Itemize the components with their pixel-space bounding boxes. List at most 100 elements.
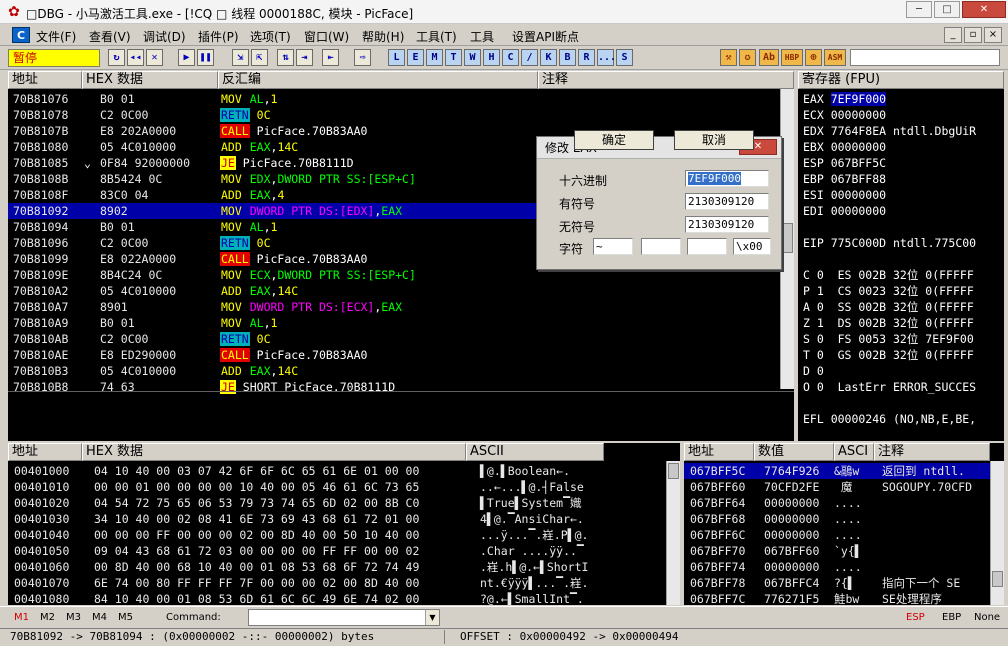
step-into-button[interactable]: ⇲ [232,49,249,66]
menu-debug[interactable]: 调试(D) [143,28,186,45]
restart-button[interactable]: ↻ [108,49,125,66]
registers-header[interactable]: 寄存器 (FPU) [798,71,1004,89]
dump-row[interactable]: 00401010 00 00 01 00 00 00 00 10 40 00 05… [8,479,666,495]
mdi-minimize-button[interactable]: _ [944,27,962,43]
menu-options[interactable]: 选项(T) [250,28,291,45]
esp-follow-button[interactable]: ESP [906,612,925,623]
stack-row[interactable]: 067BFF70 067BFF60 `y{▌ [684,543,990,559]
modules-window-button[interactable]: E [407,49,424,66]
menu-plugins[interactable]: 插件(P) [198,28,239,45]
register-line[interactable]: EDX 7764F8EA ntdll.DbgUiR [803,123,976,139]
execute-till-return-button[interactable]: ⇤ [322,49,339,66]
mdi-restore-button[interactable]: ▫ [964,27,982,43]
register-line[interactable]: A 0 SS 002B 32位 0(FFFFF [803,299,974,315]
dump-row[interactable]: 00401060 00 8D 40 00 68 10 40 00 01 08 53… [8,559,666,575]
register-line[interactable]: P 1 CS 0023 32位 0(FFFFF [803,283,974,299]
command-dropdown-arrow[interactable]: ▼ [425,610,439,625]
stack-row[interactable]: 067BFF7C 776271F5 鮭bw SE处理程序 [684,591,990,605]
rewind-button[interactable]: ◂◂ [127,49,144,66]
run-button[interactable]: ▶ [178,49,195,66]
mark-tab-m5[interactable]: M5 [118,612,133,623]
stack-row[interactable]: 067BFF68 00000000.... [684,511,990,527]
handles-window-button[interactable]: H [483,49,500,66]
source-window-button[interactable]: S [616,49,633,66]
trace-over-button[interactable]: ⇥ [296,49,313,66]
cpu-window-button[interactable]: C [502,49,519,66]
menu-tools[interactable]: 工具(T) [416,28,457,45]
none-follow-button[interactable]: None [974,612,1000,623]
stack-comment-header[interactable]: 注释 [874,443,990,461]
disasm-header[interactable]: 反汇编 [218,71,538,89]
menu-window[interactable]: 窗口(W) [304,28,349,45]
disasm-row[interactable]: 70B810A2 05 4C010000 ADD EAX,14C [8,283,780,299]
register-line[interactable]: EBX 00000000 [803,139,886,155]
stack-row[interactable]: 067BFF64 00000000.... [684,495,990,511]
menu-file[interactable]: 文件(F) [36,28,76,45]
command-input[interactable]: ▼ [248,609,440,626]
stop-button[interactable]: ✕ [146,49,163,66]
dump-row[interactable]: 00401030 34 10 40 00 02 08 41 6E 73 69 43… [8,511,666,527]
stack-row[interactable]: 067BFF60 70CFD2FE 魔 SOGOUPY.70CFD [684,479,990,495]
disasm-row[interactable]: 70B810AE E8 ED290000 CALL PicFace.70B83AA0 [8,347,780,363]
disasm-hex-header[interactable]: HEX 数据 [82,71,218,89]
dump-scrollbar[interactable] [666,461,680,605]
mark-tab-m2[interactable]: M2 [40,612,55,623]
dump-scroll-thumb[interactable] [668,463,679,479]
disasm-scroll-thumb[interactable] [782,223,793,253]
memory-dump-pane[interactable]: 地址 HEX 数据 ASCII 00401000 04 10 40 00 03 0… [8,443,680,605]
disasm-comment-header[interactable]: 注释 [538,71,794,89]
disasm-row[interactable]: 70B810A9 B0 01 MOV AL,1 [8,315,780,331]
disasm-scrollbar[interactable] [780,89,794,389]
mark-tab-m4[interactable]: M4 [92,612,107,623]
ebp-follow-button[interactable]: EBP [942,612,961,623]
menu-tools-2[interactable]: 工具 [470,28,494,45]
dump-address-header[interactable]: 地址 [8,443,82,461]
register-line[interactable]: D 0 [803,363,824,379]
toolbar-search-field[interactable] [850,49,1000,66]
register-line[interactable]: C 0 ES 002B 32位 0(FFFFF [803,267,974,283]
assemble-button[interactable]: ASM [824,49,846,66]
references-window-button[interactable]: R [578,49,595,66]
register-line[interactable]: ESI 00000000 [803,187,886,203]
go-to-button[interactable]: ⇨ [354,49,371,66]
disasm-row[interactable]: 70B81078 C2 0C00 RETN 0C [8,107,780,123]
minimize-button[interactable]: ─ [906,1,932,18]
dialog-cancel-button[interactable]: 取消 [674,130,754,150]
mark-tab-m1[interactable]: M1 [14,612,29,623]
register-line[interactable]: T 0 GS 002B 32位 0(FFFFF [803,347,974,363]
stack-value-header[interactable]: 数值 [754,443,834,461]
threads-window-button[interactable]: T [445,49,462,66]
register-line[interactable]: EDI 00000000 [803,203,886,219]
breakpoints-window-button[interactable]: B [559,49,576,66]
dialog-ok-button[interactable]: 确定 [574,130,654,150]
run-trace-window-button[interactable]: ... [597,49,616,66]
disasm-row[interactable]: 70B810B3 05 4C010000 ADD EAX,14C [8,363,780,379]
signed-field[interactable]: 2130309120 [685,193,769,210]
char-field-3[interactable] [687,238,727,255]
hex-field[interactable]: 7EF9F000 [685,170,769,187]
register-line[interactable]: ESP 067BFF5C [803,155,886,171]
disasm-row[interactable]: 70B81076 B0 01 MOV AL,1 [8,91,780,107]
stack-scroll-thumb[interactable] [992,571,1003,587]
stack-row[interactable]: 067BFF74 00000000.... [684,559,990,575]
stack-scrollbar[interactable] [990,461,1004,605]
dump-row[interactable]: 00401000 04 10 40 00 03 07 42 6F 6F 6C 65… [8,463,666,479]
plugin-tool-button-3[interactable]: Ab [759,49,779,66]
maximize-button[interactable]: □ [934,1,960,18]
disasm-row[interactable]: 70B810AB C2 0C00 RETN 0C [8,331,780,347]
dump-hex-header[interactable]: HEX 数据 [82,443,466,461]
register-line[interactable]: Z 1 DS 002B 32位 0(FFFFF [803,315,974,331]
register-line[interactable]: EFL 00000246 (NO,NB,E,BE, [803,411,976,427]
menu-help[interactable]: 帮助(H) [362,28,404,45]
register-line[interactable]: EBP 067BFF88 [803,171,886,187]
dump-ascii-header[interactable]: ASCII [466,443,604,461]
plugin-tool-button-5[interactable]: ⊕ [805,49,822,66]
unsigned-field[interactable]: 2130309120 [685,216,769,233]
plugin-tool-button-1[interactable]: ⚒ [720,49,737,66]
stack-pane[interactable]: 地址 数值 ASCI 注释 067BFF5C 7764F926 &鷊w 返回到 ntd… [684,443,1004,605]
close-button[interactable]: ✕ [962,1,1006,18]
register-line[interactable]: ECX 00000000 [803,107,886,123]
char-field-1[interactable]: ~ [593,238,633,255]
dump-row[interactable]: 00401070 6E 74 00 80 FF FF FF 7F 00 00 00… [8,575,666,591]
stack-row[interactable]: 067BFF5C 7764F926 &鷊w 返回到 ntdll. [684,463,990,479]
